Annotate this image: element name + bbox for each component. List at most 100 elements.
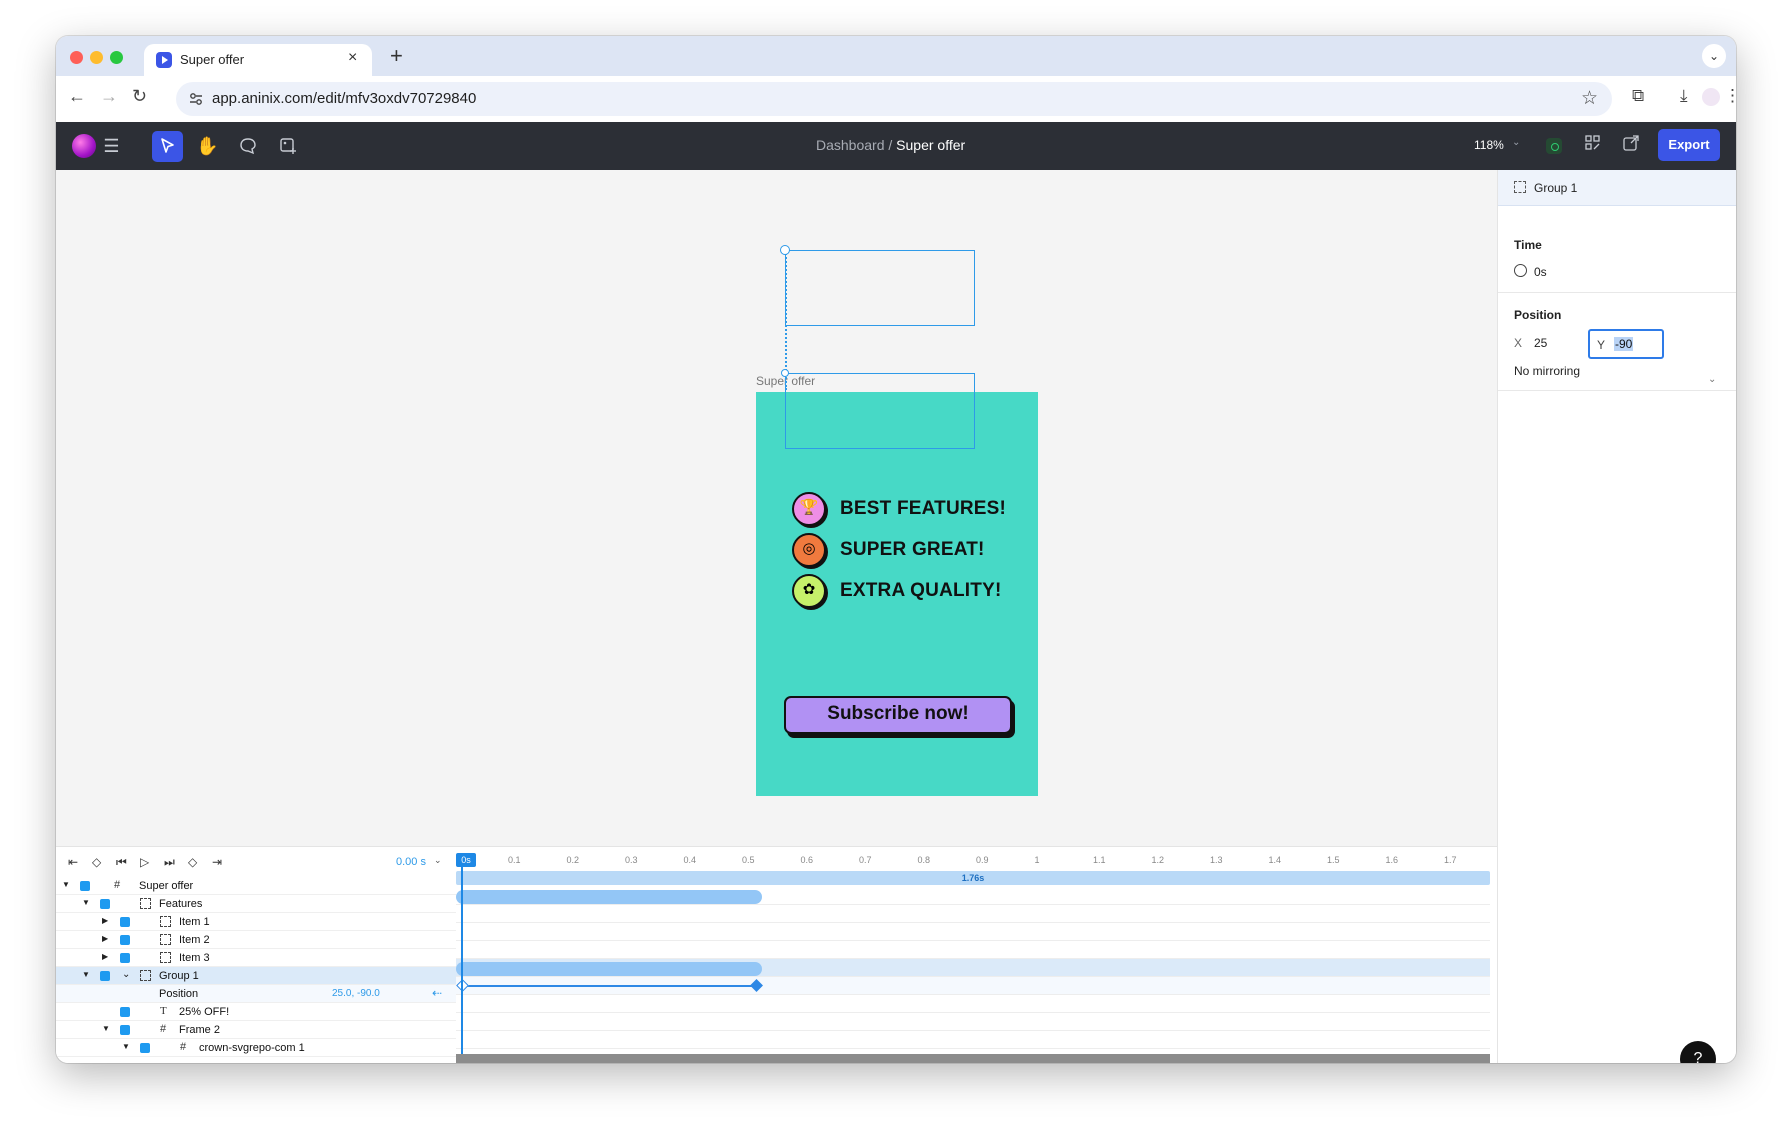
track-item-1[interactable] <box>456 923 1490 941</box>
layer-row-25-off[interactable]: T 25% OFF! <box>56 1003 456 1021</box>
layer-color-swatch[interactable] <box>100 899 110 909</box>
track-super-offer[interactable] <box>456 887 1490 905</box>
aninix-logo-icon[interactable] <box>72 134 96 158</box>
duration-bar[interactable]: 1.76s <box>456 871 1490 885</box>
property-value[interactable]: 25.0, -90.0 <box>332 988 380 999</box>
canvas[interactable]: Super offer 🏆 BEST FEATURES! ◎ SUPER GRE… <box>56 170 1497 846</box>
step-forward-icon[interactable]: ⏭ <box>164 855 175 870</box>
url-text[interactable]: app.aninix.com/edit/mfv3oxdv70729840 <box>212 90 476 107</box>
timeline-tracks[interactable]: 0.1 0.2 0.3 0.4 0.5 0.6 0.7 0.8 0.9 1 1.1 1.2 1.3 1.4… <box>456 847 1497 1063</box>
layer-color-swatch[interactable] <box>120 1007 130 1017</box>
expand-caret-icon[interactable]: ▶ <box>102 934 108 943</box>
address-bar[interactable]: app.aninix.com/edit/mfv3oxdv70729840 ☆ <box>176 82 1612 116</box>
animation-bar[interactable] <box>456 962 762 976</box>
collapse-caret-icon[interactable]: ▼ <box>62 880 70 889</box>
extensions-icon[interactable]: ⧉ <box>1632 86 1644 106</box>
prev-keyframe-icon[interactable]: ◇ <box>92 855 101 869</box>
track-25-off[interactable] <box>456 995 1490 1013</box>
property-row-position[interactable]: Position 25.0, -90.0 ⇠ <box>56 985 456 1003</box>
browser-menu-icon[interactable]: ⋮ <box>1724 86 1736 106</box>
playhead[interactable]: 0s <box>456 853 476 867</box>
breadcrumb-current[interactable]: Super offer <box>896 137 965 153</box>
subscribe-button[interactable]: Subscribe now! <box>784 696 1012 734</box>
group-1-selection[interactable] <box>785 373 975 449</box>
animation-bar[interactable] <box>456 890 762 904</box>
motion-path-end-handle[interactable] <box>781 369 789 377</box>
zoom-chevron-icon[interactable]: ⌄ <box>1512 137 1520 148</box>
step-back-icon[interactable]: ⏮ <box>116 855 127 870</box>
play-icon[interactable]: ▷ <box>140 855 149 869</box>
x-input[interactable]: 25 <box>1534 336 1547 350</box>
layer-row-item-3[interactable]: ▶ Item 3 <box>56 949 456 967</box>
keyframe-end[interactable] <box>750 979 763 992</box>
breadcrumb-dashboard[interactable]: Dashboard <box>816 137 885 153</box>
select-tool-icon[interactable] <box>152 131 183 162</box>
forward-icon[interactable]: → <box>100 86 118 107</box>
track-item-2[interactable] <box>456 941 1490 959</box>
tab-search-chevron-icon[interactable]: ⌄ <box>1702 44 1726 68</box>
back-icon[interactable]: ← <box>68 86 86 107</box>
y-value[interactable]: -90 <box>1614 337 1634 351</box>
motion-path-start-handle[interactable] <box>780 245 790 255</box>
comment-tool-icon[interactable] <box>232 131 263 162</box>
layer-row-item-1[interactable]: ▶ Item 1 <box>56 913 456 931</box>
zoom-level[interactable]: 118% <box>1474 138 1504 152</box>
close-tab-icon[interactable]: × <box>348 49 357 67</box>
add-image-icon[interactable] <box>272 131 303 162</box>
share-icon[interactable] <box>1622 134 1640 157</box>
new-tab-icon[interactable]: + <box>390 43 403 69</box>
expand-caret-icon[interactable]: ▶ <box>102 952 108 961</box>
help-button[interactable]: ? <box>1680 1041 1716 1063</box>
profile-avatar[interactable] <box>1702 88 1720 106</box>
next-keyframe-icon[interactable]: ◇ <box>188 855 197 869</box>
site-settings-icon[interactable] <box>188 91 204 107</box>
layer-row-group-1[interactable]: ▼ ⌄ Group 1 <box>56 967 456 985</box>
layer-color-swatch[interactable] <box>100 971 110 981</box>
add-keyframe-icon[interactable]: ⇠ <box>432 986 442 1000</box>
export-button[interactable]: Export <box>1658 129 1720 161</box>
collapse-caret-icon[interactable]: ▼ <box>82 970 90 979</box>
layer-color-swatch[interactable] <box>120 953 130 963</box>
collapse-caret-icon[interactable]: ▼ <box>82 898 90 907</box>
track-group-1[interactable] <box>456 959 1490 977</box>
time-chevron-icon[interactable]: ⌄ <box>434 855 442 866</box>
go-to-start-icon[interactable]: ⇤ <box>68 855 78 869</box>
layer-color-swatch[interactable] <box>120 917 130 927</box>
download-icon[interactable]: ⤓ <box>1680 86 1688 106</box>
layer-color-swatch[interactable] <box>140 1043 150 1053</box>
y-input[interactable]: Y -90 <box>1588 329 1664 359</box>
mirroring-chevron-icon[interactable]: ⌄ <box>1708 374 1716 385</box>
layer-color-swatch[interactable] <box>120 1025 130 1035</box>
layer-row-item-2[interactable]: ▶ Item 2 <box>56 931 456 949</box>
close-window-button[interactable] <box>70 51 83 64</box>
track-features[interactable] <box>456 905 1490 923</box>
layer-row-crown[interactable]: ▼ # crown-svgrepo-com 1 <box>56 1039 456 1057</box>
expand-caret-icon[interactable]: ▶ <box>102 916 108 925</box>
maximize-window-button[interactable] <box>110 51 123 64</box>
playhead-line[interactable] <box>461 867 463 1055</box>
layer-color-swatch[interactable] <box>120 935 130 945</box>
timeline-scrollbar[interactable] <box>456 1054 1490 1063</box>
collapse-caret-icon[interactable]: ▼ <box>102 1024 110 1033</box>
hand-tool-icon[interactable]: ✋ <box>192 131 223 162</box>
go-to-end-icon[interactable]: ⇥ <box>212 855 222 869</box>
layer-row-features[interactable]: ▼ Features <box>56 895 456 913</box>
time-value[interactable]: 0s <box>1534 265 1547 279</box>
track-crown[interactable] <box>456 1031 1490 1049</box>
layer-row-super-offer[interactable]: ▼ # Super offer <box>56 877 456 895</box>
layer-color-swatch[interactable] <box>80 881 90 891</box>
mirroring-select[interactable]: No mirroring <box>1514 364 1580 378</box>
browser-tab[interactable]: Super offer × <box>144 44 372 76</box>
motion-path-start-outline[interactable] <box>785 250 975 326</box>
minimize-window-button[interactable] <box>90 51 103 64</box>
track-frame-2[interactable] <box>456 1013 1490 1031</box>
track-position[interactable] <box>456 977 1490 995</box>
menu-icon[interactable]: ☰ <box>96 131 127 162</box>
properties-chevron-icon[interactable]: ⌄ <box>122 969 130 980</box>
bookmark-star-icon[interactable]: ☆ <box>1581 87 1598 110</box>
components-icon[interactable] <box>1584 134 1602 157</box>
collapse-caret-icon[interactable]: ▼ <box>122 1042 130 1051</box>
layer-row-frame-2[interactable]: ▼ # Frame 2 <box>56 1021 456 1039</box>
reload-icon[interactable]: ↻ <box>132 86 147 107</box>
current-time[interactable]: 0.00 s <box>396 856 426 868</box>
